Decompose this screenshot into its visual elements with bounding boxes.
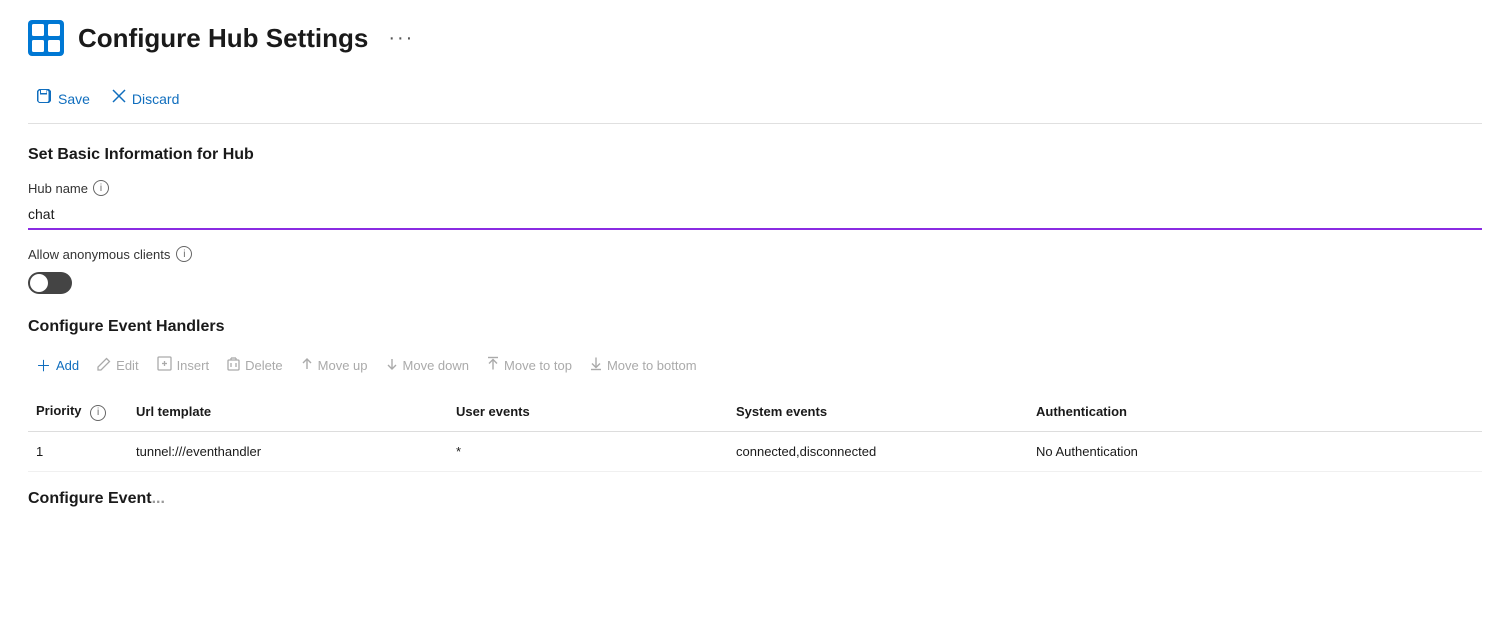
table-row[interactable]: 1 tunnel:///eventhandler * connected,dis… [28,431,1482,471]
hub-name-input[interactable] [28,200,1482,230]
edit-button[interactable]: Edit [89,352,146,380]
move-up-icon [301,357,313,375]
anonymous-clients-toggle[interactable] [28,272,72,294]
move-to-bottom-button[interactable]: Move to bottom [582,351,705,380]
move-up-button[interactable]: Move up [293,352,376,380]
cell-priority: 1 [28,431,128,471]
toggle-track [28,272,72,294]
priority-info-icon: i [90,405,106,421]
event-handlers-title: Configure Event Handlers [28,318,1482,336]
move-to-top-icon [487,356,499,375]
cell-system-events: connected,disconnected [728,431,1028,471]
col-header-url: Url template [128,393,448,431]
col-header-auth: Authentication [1028,393,1482,431]
insert-button[interactable]: Insert [149,351,218,380]
allow-anon-info-icon: i [176,246,192,262]
cell-user-events: * [448,431,728,471]
basic-info-section: Set Basic Information for Hub Hub name i… [28,146,1482,318]
page-title: Configure Hub Settings [78,23,368,54]
event-handlers-table: Priority i Url template User events Syst… [28,393,1482,472]
delete-label: Delete [245,358,283,373]
save-icon [36,88,52,109]
more-options-button[interactable]: ··· [382,25,420,52]
basic-info-title: Set Basic Information for Hub [28,146,1482,164]
move-to-bottom-icon [590,356,602,375]
move-to-bottom-label: Move to bottom [607,358,697,373]
edit-icon [97,357,111,375]
discard-button[interactable]: Discard [104,85,187,112]
discard-label: Discard [132,91,179,107]
allow-anon-label: Allow anonymous clients i [28,246,1482,262]
move-down-label: Move down [403,358,469,373]
discard-icon [112,89,126,108]
toolbar: Save Discard [28,74,1482,124]
move-to-top-button[interactable]: Move to top [479,351,580,380]
save-label: Save [58,91,90,107]
insert-icon [157,356,172,375]
col-header-system-events: System events [728,393,1028,431]
configure-section-title: Configure Event... [28,490,1482,508]
event-handlers-section: Configure Event Handlers ＋ Add Edit Inse… [28,318,1482,472]
col-header-user-events: User events [448,393,728,431]
move-to-top-label: Move to top [504,358,572,373]
action-bar: ＋ Add Edit Insert Delete [28,350,1482,381]
move-down-button[interactable]: Move down [378,352,477,380]
table-header-row: Priority i Url template User events Syst… [28,393,1482,431]
hub-name-label: Hub name i [28,180,1482,196]
move-up-label: Move up [318,358,368,373]
cell-authentication: No Authentication [1028,431,1482,471]
move-down-icon [386,357,398,375]
add-icon: ＋ [36,355,51,376]
hub-name-info-icon: i [93,180,109,196]
insert-label: Insert [177,358,210,373]
save-button[interactable]: Save [28,84,98,113]
edit-label: Edit [116,358,138,373]
app-icon [28,20,64,56]
add-button[interactable]: ＋ Add [28,350,87,381]
col-header-priority: Priority i [28,393,128,431]
delete-icon [227,357,240,375]
cell-url-template: tunnel:///eventhandler [128,431,448,471]
add-label: Add [56,358,79,373]
delete-button[interactable]: Delete [219,352,291,380]
toggle-thumb [30,274,48,292]
